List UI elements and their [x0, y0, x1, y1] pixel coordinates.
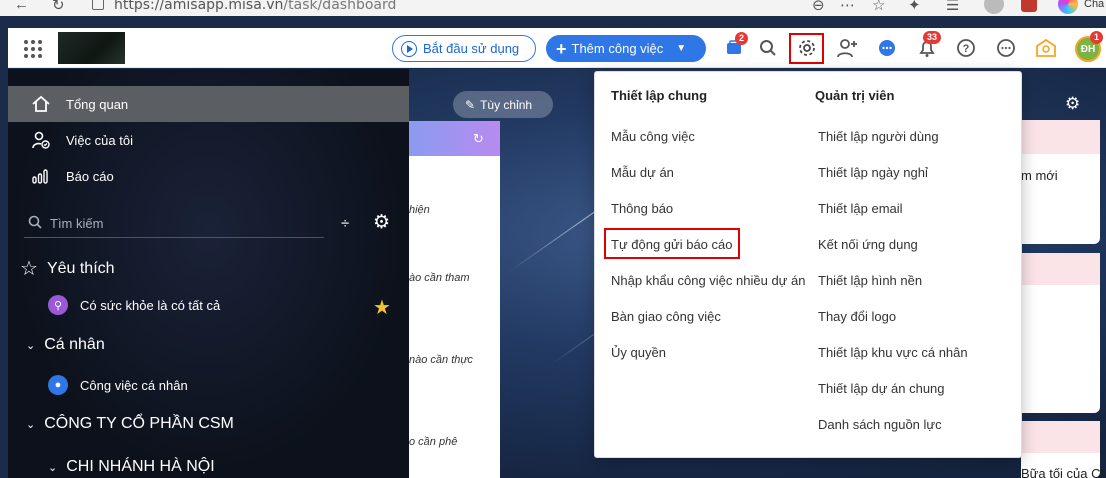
chevron-down-icon: ⌄	[26, 339, 36, 352]
more-icon[interactable]	[995, 37, 1017, 59]
address-bar[interactable]: https://amisapp.misa.vn/task/dashboard	[114, 0, 396, 13]
favorite-star-icon[interactable]: ☆	[872, 0, 885, 14]
menu-item-user-settings[interactable]: Thiết lập người dùng	[818, 129, 939, 144]
cart-badge: 2	[735, 32, 749, 45]
chat-icon[interactable]	[876, 37, 898, 59]
user-check-icon	[30, 129, 52, 151]
browser-extension-icon[interactable]	[1021, 0, 1037, 12]
search-icon	[28, 215, 42, 232]
pencil-icon: ✎	[465, 97, 476, 112]
personal-tasks-item[interactable]: ● Công việc cá nhân	[48, 375, 188, 395]
branch-section[interactable]: ⌄ CHI NHÁNH HÀ NỘI	[48, 458, 215, 476]
menu-item-change-logo[interactable]: Thay đổi logo	[818, 309, 896, 324]
card-line[interactable]: ào cần tham	[409, 272, 500, 284]
settings-dropdown: Thiết lập chung Mẫu công việc Mẫu dự án …	[594, 71, 1022, 458]
chevron-down-icon: ⌄	[48, 461, 58, 474]
company-section[interactable]: ⌄ CÔNG TY CỔ PHẦN CSM	[26, 415, 234, 433]
sidebar-settings-icon[interactable]: ⚙	[373, 211, 390, 234]
menu-item-delegation[interactable]: Ủy quyền	[611, 345, 666, 360]
menu-item-handover[interactable]: Bàn giao công việc	[611, 309, 721, 324]
task-summary-card	[409, 121, 500, 478]
menu-item-task-template[interactable]: Mẫu công việc	[611, 129, 695, 144]
workspace-icon[interactable]	[1035, 37, 1057, 59]
right-card-line[interactable]: m mới	[1021, 168, 1058, 183]
notification-badge: 33	[923, 31, 942, 44]
menu-item-notifications[interactable]: Thông báo	[611, 201, 673, 216]
app-header: Bắt đầu sử dụng + Thêm công việc ▼ 2 33 …	[8, 28, 1106, 68]
sidebar-search-input[interactable]: Tìm kiếm	[24, 210, 324, 238]
help-icon[interactable]: ?	[955, 37, 977, 59]
browser-profile-icon[interactable]	[984, 0, 1004, 14]
menu-item-import-tasks[interactable]: Nhập khẩu công việc nhiều dự án	[611, 273, 805, 288]
menu-item-personal-area[interactable]: Thiết lập khu vực cá nhân	[818, 345, 968, 360]
favorites-section[interactable]: ☆ Yêu thích	[20, 256, 115, 281]
sort-icon[interactable]: ÷	[341, 215, 349, 232]
company-logo[interactable]	[58, 32, 125, 64]
favorite-item[interactable]: ⚲ Có sức khỏe là có tất cả	[48, 295, 220, 315]
browser-toolbar: ← ↻ https://amisapp.misa.vn/task/dashboa…	[0, 0, 1106, 16]
card-line[interactable]: o cần phê	[409, 436, 500, 448]
admin-title: Quản trị viên	[815, 88, 895, 103]
menu-item-resource-list[interactable]: Danh sách nguồn lực	[818, 417, 942, 432]
menu-item-app-integration[interactable]: Kết nối ứng dụng	[818, 237, 918, 252]
right-card-header	[1021, 253, 1100, 285]
sidebar-item-reports[interactable]: Báo cáo	[8, 158, 409, 194]
sidebar: Tổng quan Việc của tôi Báo cáo Tìm kiếm …	[8, 69, 409, 478]
sidebar-item-overview[interactable]: Tổng quan	[8, 86, 409, 122]
add-user-icon[interactable]	[837, 37, 859, 59]
menu-item-holiday-settings[interactable]: Thiết lập ngày nghỉ	[818, 165, 928, 180]
plus-icon: +	[556, 38, 567, 59]
task-summary-card-header	[409, 121, 500, 156]
search-icon[interactable]	[757, 37, 779, 59]
dashboard-settings-icon[interactable]: ⚙	[1065, 94, 1080, 114]
card-line[interactable]: hiện	[409, 204, 500, 216]
reload-icon[interactable]: ↻	[52, 0, 65, 14]
favorite-star-icon[interactable]: ★	[373, 295, 391, 320]
browser-profile-label[interactable]: Cha	[1084, 0, 1104, 10]
auto-report-highlight-box	[604, 228, 740, 259]
refresh-icon[interactable]: ↻	[473, 131, 484, 147]
right-card-line[interactable]: Bữa tối của Chung	[1021, 466, 1106, 478]
sidebar-item-my-tasks[interactable]: Việc của tôi	[8, 122, 409, 158]
zoom-icon[interactable]: ⊖	[812, 0, 825, 14]
extensions-icon[interactable]: ✦	[908, 0, 921, 14]
card-line[interactable]: nào cần thực	[409, 354, 500, 366]
settings-gear-icon[interactable]	[796, 37, 818, 59]
personal-section[interactable]: ⌄ Cá nhân	[26, 336, 105, 354]
svg-text:?: ?	[963, 43, 970, 55]
start-using-button[interactable]: Bắt đầu sử dụng	[392, 35, 536, 62]
chevron-down-icon: ⌄	[26, 418, 36, 431]
bike-icon: ⚲	[48, 295, 68, 315]
chevron-down-icon[interactable]: ▼	[676, 43, 686, 54]
right-card-header	[1021, 421, 1100, 453]
right-card-header	[1021, 120, 1100, 154]
customize-button[interactable]: ✎ Tùy chỉnh	[453, 91, 553, 118]
avatar-badge: 1	[1090, 31, 1104, 44]
site-info-icon[interactable]	[92, 0, 104, 10]
home-icon	[30, 93, 52, 115]
menu-item-email-settings[interactable]: Thiết lập email	[818, 201, 903, 216]
menu-item-background-settings[interactable]: Thiết lập hình nền	[818, 273, 922, 288]
collections-icon[interactable]: ☰	[946, 0, 959, 14]
app-launcher-icon[interactable]	[24, 40, 42, 58]
menu-item-project-template[interactable]: Mẫu dự án	[611, 165, 674, 180]
menu-item-shared-project[interactable]: Thiết lập dự án chung	[818, 381, 945, 396]
play-icon	[401, 40, 417, 57]
reader-icon[interactable]: ⋯	[840, 0, 855, 14]
copilot-icon[interactable]	[1058, 0, 1078, 14]
bar-chart-icon	[30, 165, 52, 187]
person-icon: ●	[48, 375, 68, 395]
back-icon[interactable]: ←	[14, 0, 29, 13]
general-settings-title: Thiết lập chung	[611, 88, 708, 103]
add-task-button[interactable]: + Thêm công việc ▼	[546, 35, 706, 62]
star-outline-icon: ☆	[20, 258, 38, 280]
